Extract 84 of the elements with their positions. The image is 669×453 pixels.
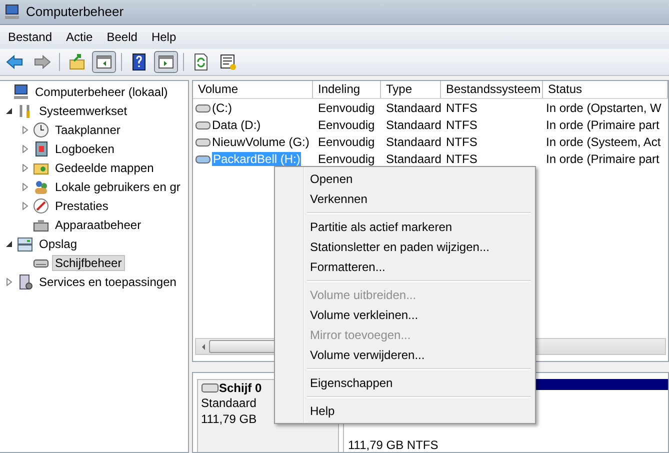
column-header[interactable]: Indeling (313, 81, 381, 98)
disk-capacity: 111,79 GB (201, 411, 257, 427)
collapsed-arrow-icon[interactable] (21, 202, 29, 210)
menu-item[interactable]: Help (145, 28, 182, 46)
table-cell: NTFS (446, 134, 478, 148)
properties-icon (219, 53, 237, 71)
tree-item[interactable]: Apparaatbeheer (52, 216, 144, 232)
menu-item[interactable]: Openen (277, 169, 533, 189)
clock-icon (33, 122, 49, 138)
menu-item[interactable]: Verkennen (277, 189, 533, 209)
table-cell: NTFS (446, 100, 478, 114)
window-title: Computerbeheer (26, 4, 124, 20)
table-cell: Eenvoudig (318, 152, 375, 166)
computer-icon (4, 4, 20, 20)
toolbar-button[interactable] (154, 51, 178, 73)
collapsed-arrow-icon[interactable] (21, 182, 29, 190)
table-cell: In orde (Opstarten, W (546, 100, 662, 114)
table-cell: Standaard (386, 100, 442, 114)
storage-icon (17, 236, 33, 252)
menu-item[interactable]: Bestand (2, 28, 58, 46)
drive-icon (195, 102, 211, 114)
toolbar-button[interactable] (92, 51, 116, 73)
table-cell: In orde (Primaire part (546, 118, 660, 132)
table-cell: Eenvoudig (318, 100, 375, 114)
collapsed-arrow-icon[interactable] (21, 144, 29, 152)
tree-item[interactable]: Services en toepassingen (36, 274, 180, 290)
panel-right-icon (157, 53, 175, 71)
help-icon (130, 53, 148, 71)
panel-left-icon (95, 53, 113, 71)
folder-up-icon (68, 53, 86, 71)
table-cell: NTFS (446, 118, 478, 132)
services-icon (17, 274, 33, 290)
menu-item[interactable]: Partitie als actief markeren (277, 217, 533, 237)
column-header[interactable]: Status (543, 81, 668, 98)
table-cell: Eenvoudig (318, 134, 375, 148)
disk-type: Standaard (201, 395, 256, 411)
table-cell: Eenvoudig (318, 118, 375, 132)
collapsed-arrow-icon[interactable] (21, 126, 29, 134)
column-header[interactable]: Volume (193, 81, 313, 98)
drive-name[interactable]: (C:) (212, 100, 232, 114)
tree-item[interactable]: Schijfbeheer (52, 254, 125, 270)
table-cell: In orde (Primaire part (546, 152, 660, 166)
back-arrow-icon (6, 53, 24, 71)
table-cell: Standaard (386, 152, 442, 166)
menu-item[interactable]: Beeld (100, 28, 144, 46)
disk-drive-icon (201, 382, 219, 394)
table-cell: Standaard (386, 134, 442, 148)
menu-item[interactable]: Actie (60, 28, 99, 46)
column-header[interactable]: Bestandssysteem (441, 81, 543, 98)
menu-item[interactable]: Eigenschappen (277, 373, 533, 393)
forward-arrow-icon (33, 53, 51, 71)
drive-icon (195, 152, 211, 164)
menu-item[interactable]: Volume verkleinen... (277, 305, 533, 325)
table-cell: In orde (Systeem, Act (546, 134, 661, 148)
menu-item[interactable]: Formatteren... (277, 257, 533, 277)
drive-name[interactable]: Data (D:) (212, 118, 261, 132)
tree-item[interactable]: Systeemwerkset (36, 102, 130, 118)
drive-icon (195, 118, 211, 130)
partition-size: 111,79 GB NTFS (347, 439, 438, 452)
tree-item[interactable]: Logboeken (52, 140, 118, 156)
expanded-arrow-icon[interactable] (5, 106, 13, 114)
performance-icon (33, 198, 49, 214)
drive-name[interactable]: NieuwVolume (G:) (212, 134, 310, 148)
disk-name: Schijf 0 (219, 381, 262, 395)
menu-item[interactable]: Stationsletter en paden wijzigen... (277, 237, 533, 257)
column-header[interactable]: Type (381, 81, 441, 98)
collapsed-arrow-icon[interactable] (21, 164, 29, 172)
tree-item[interactable]: Prestaties (52, 198, 112, 214)
table-cell: NTFS (446, 152, 478, 166)
tree-item[interactable]: Lokale gebruikers en gr (52, 178, 184, 194)
refresh-icon (192, 53, 210, 71)
log-book-icon (33, 140, 49, 156)
tree-item[interactable]: Gedeelde mappen (52, 160, 157, 176)
collapsed-arrow-icon[interactable] (5, 278, 13, 286)
users-icon (33, 178, 49, 194)
tree-item[interactable]: Computerbeheer (lokaal) (32, 84, 171, 100)
drive-icon (195, 136, 211, 148)
computer-icon (13, 84, 29, 100)
menu-item[interactable]: Volume verwijderen... (277, 345, 533, 365)
table-cell: Standaard (386, 118, 442, 132)
tree-item[interactable]: Opslag (36, 236, 80, 252)
expanded-arrow-icon[interactable] (5, 240, 13, 248)
tree-item[interactable]: Taakplanner (52, 122, 124, 138)
menu-item[interactable]: Help (277, 401, 533, 421)
